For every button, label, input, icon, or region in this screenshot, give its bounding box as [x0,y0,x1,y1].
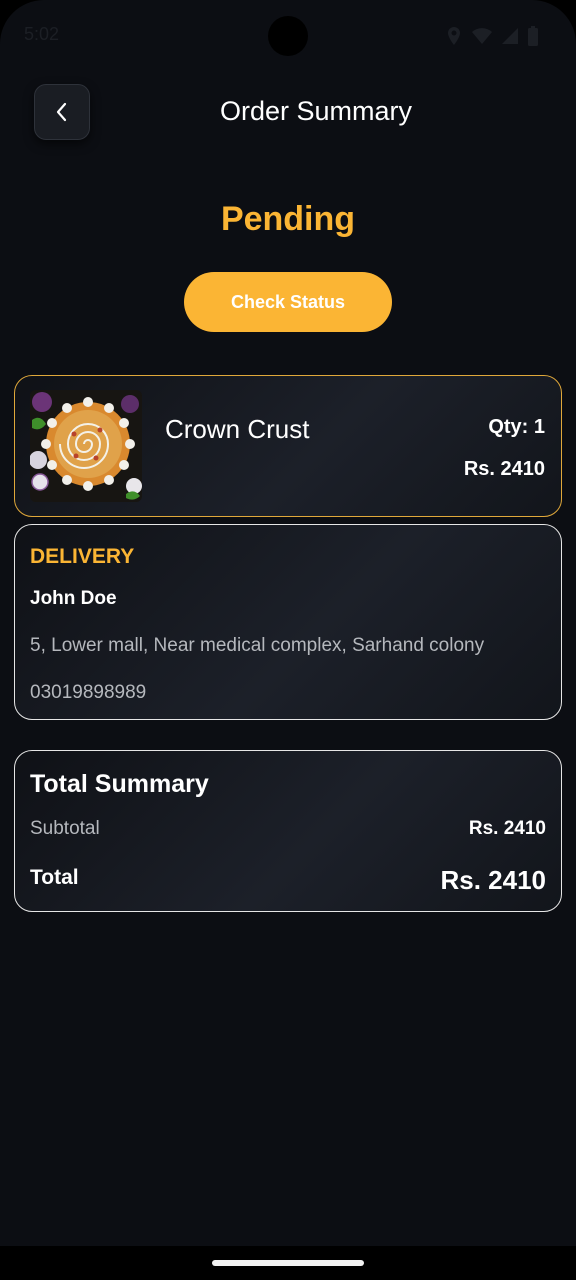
home-indicator[interactable] [212,1260,364,1266]
total-value: Rs. 2410 [440,865,546,895]
delivery-name: John Doe [30,588,117,609]
subtotal-value: Rs. 2410 [468,818,546,839]
wifi-icon [472,27,492,51]
order-summary-screen: 5:02 Order Summary Pending Check Status [0,0,576,1280]
page-title: Order Summary [219,96,413,126]
delivery-address: 5, Lower mall, Near medical complex, Sar… [30,635,485,656]
total-label: Total [30,866,79,889]
order-status: Pending [220,200,356,238]
order-item-card[interactable]: Crown Crust Qty: 1 Rs. 2410 [14,375,562,517]
item-quantity: Qty: 1 [488,416,545,438]
navigation-bar [0,1246,576,1280]
status-icons [446,26,538,52]
pizza-image [30,390,142,502]
delivery-card: DELIVERY John Doe 5, Lower mall, Near me… [14,524,562,720]
status-bar: 5:02 [0,0,576,72]
total-summary-card: Total Summary Subtotal Rs. 2410 Total Rs… [14,750,562,912]
summary-heading: Total Summary [30,770,209,798]
location-icon [446,26,462,52]
status-time: 5:02 [24,24,60,44]
item-price: Rs. 2410 [463,458,545,480]
signal-icon [502,27,518,51]
item-name: Crown Crust [165,414,310,444]
delivery-phone: 03019898989 [30,682,147,703]
camera-cutout [268,16,308,56]
delivery-heading: DELIVERY [30,545,135,568]
check-status-button[interactable]: Check Status [184,272,392,332]
subtotal-label: Subtotal [30,818,100,839]
battery-icon [528,26,538,52]
